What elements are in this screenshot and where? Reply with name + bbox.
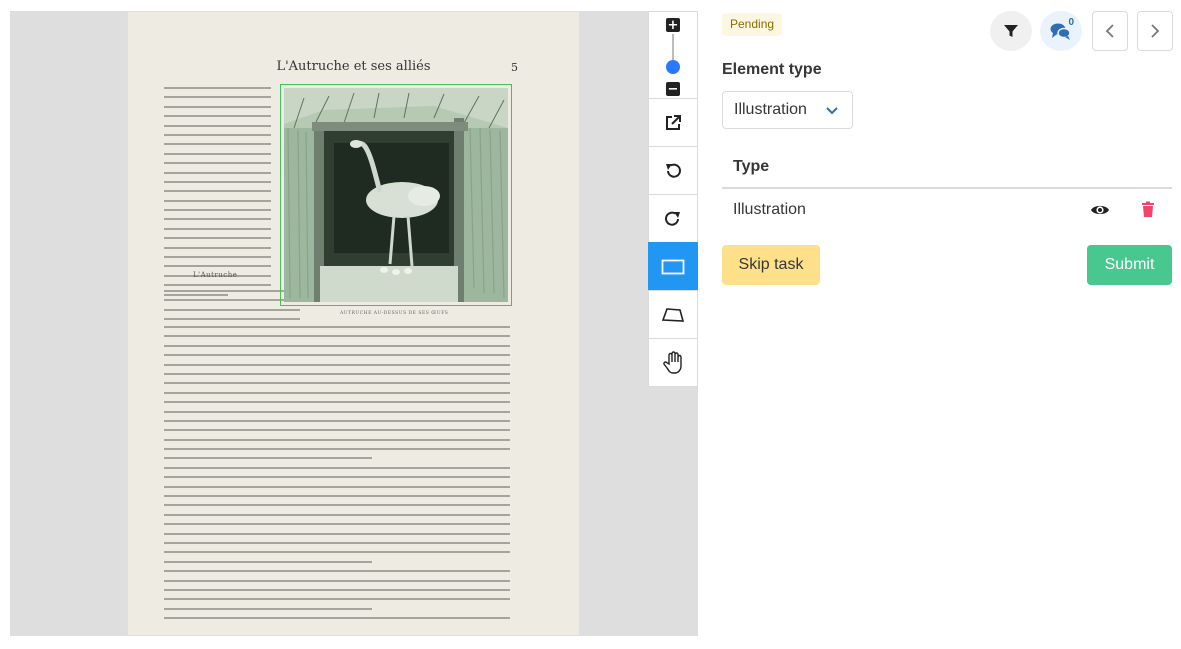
delete-element-button[interactable] [1140, 201, 1156, 222]
elements-table: Type Illustration [722, 147, 1172, 231]
trash-icon [1142, 201, 1154, 217]
chevron-right-icon [1151, 24, 1160, 38]
external-link-icon [666, 114, 681, 130]
comments-button[interactable]: 0 [1040, 11, 1082, 51]
document-viewer[interactable]: L'Autruche et ses alliés 5 L'Autruche AU… [10, 11, 698, 636]
rotate-left-button[interactable] [648, 146, 698, 195]
rectangle-icon [661, 259, 685, 274]
hand-icon [663, 350, 682, 374]
annotation-box-illustration[interactable] [280, 84, 512, 306]
rectangle-tool-button[interactable] [648, 242, 698, 291]
chevron-down-icon [826, 107, 838, 115]
submit-button[interactable]: Submit [1087, 245, 1172, 285]
table-header-type: Type [733, 158, 770, 175]
element-type-label: Element type [722, 61, 822, 78]
document-page: L'Autruche et ses alliés 5 L'Autruche AU… [127, 11, 580, 636]
ostrich-illustration [284, 88, 508, 302]
page-header: L'Autruche et ses alliés 5 [127, 59, 580, 79]
status-badge: Pending [722, 13, 783, 36]
text-body-full [164, 326, 510, 627]
zoom-control: + − [648, 11, 698, 99]
minus-icon: − [667, 81, 679, 97]
filter-button[interactable] [990, 11, 1032, 51]
illustration-caption: AUTRUCHE AU-DESSUS DE SES ŒUFS [340, 311, 449, 316]
rotate-right-icon [665, 211, 680, 226]
table-cell-type: Illustration [733, 201, 806, 218]
page-number: 5 [511, 61, 518, 74]
skip-task-button[interactable]: Skip task [722, 245, 820, 285]
polygon-icon [661, 307, 685, 322]
zoom-slider-thumb[interactable] [666, 60, 680, 74]
polygon-tool-button[interactable] [648, 290, 698, 339]
image-toolbar: + − [648, 11, 698, 387]
plus-icon: + [667, 17, 679, 33]
next-button[interactable] [1137, 11, 1173, 51]
pan-tool-button[interactable] [648, 338, 698, 387]
table-row: Illustration [722, 189, 1172, 231]
table-header: Type [722, 147, 1172, 189]
eye-icon [1091, 205, 1109, 215]
view-element-button[interactable] [1090, 202, 1110, 221]
filter-icon [1004, 25, 1018, 37]
open-external-button[interactable] [648, 98, 698, 147]
element-type-value: Illustration [734, 101, 807, 118]
previous-button[interactable] [1092, 11, 1128, 51]
comments-count: 0 [1068, 17, 1074, 28]
element-type-select[interactable]: Illustration [722, 91, 853, 129]
section-subheading: L'Autruche [193, 271, 238, 279]
rotate-left-icon [666, 163, 681, 178]
rotate-right-button[interactable] [648, 194, 698, 243]
zoom-in-button[interactable]: + [666, 18, 680, 32]
chevron-left-icon [1105, 24, 1114, 38]
zoom-out-button[interactable]: − [666, 82, 680, 96]
